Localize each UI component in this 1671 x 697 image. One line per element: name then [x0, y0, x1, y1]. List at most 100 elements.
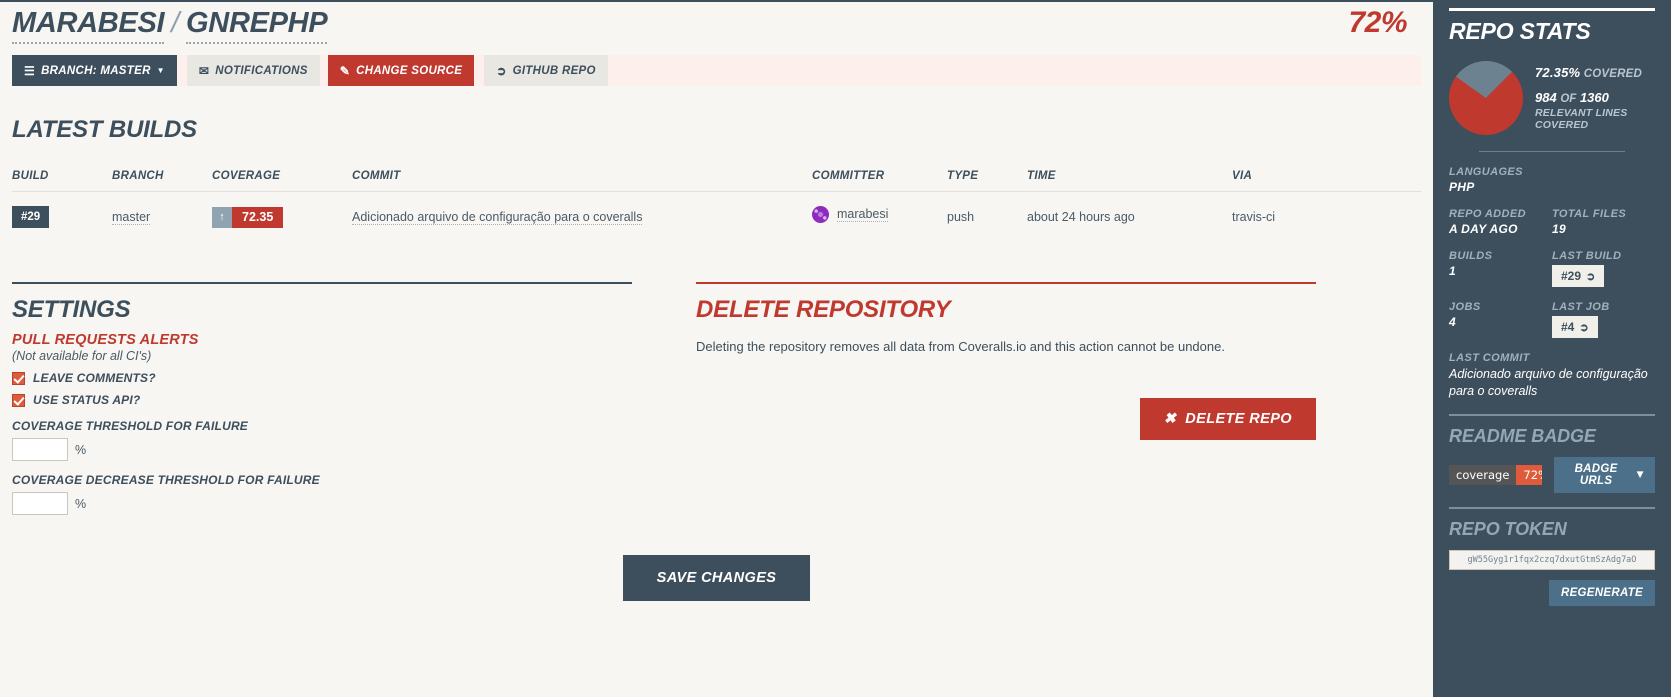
jobs-block: JOBS 4 [1449, 301, 1552, 338]
last-job-value: #4 [1561, 320, 1575, 334]
column-header-time: TIME [1027, 170, 1232, 192]
last-job-block: LAST JOB #4 ➲ [1552, 301, 1655, 338]
main-content: MARABESI / GNREPHP 72% ☰ BRANCH: MASTER … [0, 0, 1433, 697]
arrow-circle-right-icon: ➲ [1586, 270, 1596, 283]
repo-stats-sidebar: REPO STATS 72.35% COVERED 984 OF 1360 RE… [1433, 0, 1671, 697]
jobs-lastjob-row: JOBS 4 LAST JOB #4 ➲ [1449, 301, 1655, 338]
use-status-api-checkbox[interactable] [12, 393, 25, 407]
page-title: MARABESI / GNREPHP [12, 7, 328, 44]
cell-committer: marabesi [812, 192, 947, 241]
coverage-summary-text: 72.35% COVERED 984 OF 1360 RELEVANT LINE… [1535, 65, 1655, 131]
readme-badge-title: README BADGE [1449, 425, 1596, 446]
top-accent-bar [0, 0, 1433, 2]
notifications-label: NOTIFICATIONS [215, 64, 308, 77]
last-job-link[interactable]: #4 ➲ [1552, 316, 1598, 338]
bottom-panels: SETTINGS PULL REQUESTS ALERTS (Not avail… [12, 282, 1421, 515]
delete-repo-label: DELETE REPO [1185, 411, 1292, 428]
use-status-api-label: USE STATUS API? [33, 393, 141, 407]
github-repo-button[interactable]: ➲ GITHUB REPO [484, 55, 608, 86]
builds-block: BUILDS 1 [1449, 250, 1552, 287]
coverage-percent-header: 72% [1348, 6, 1407, 39]
covered-word: COVERED [1583, 68, 1642, 80]
regenerate-token-button[interactable]: REGENERATE [1548, 579, 1655, 606]
column-header-commit: COMMIT [352, 170, 812, 192]
last-build-value: #29 [1561, 269, 1582, 283]
arrow-up-circle-icon: ↑ [212, 206, 232, 228]
repo-token-input[interactable] [1449, 549, 1655, 570]
column-header-coverage: COVERAGE [212, 170, 352, 192]
notifications-button[interactable]: ✉ NOTIFICATIONS [186, 55, 320, 86]
coverage-threshold-input[interactable] [12, 438, 68, 461]
sidebar-divider-3 [1449, 506, 1655, 509]
badge-right-value: 72% [1516, 464, 1542, 485]
repo-header: MARABESI / GNREPHP 72% [12, 0, 1421, 44]
cell-branch: master [112, 192, 212, 241]
cell-type: push [947, 210, 975, 224]
build-number-badge[interactable]: #29 [12, 206, 50, 228]
github-repo-label: GITHUB REPO [512, 64, 596, 77]
delete-repository-description: Deleting the repository removes all data… [696, 339, 1225, 354]
covered-percent: 72.35% [1535, 65, 1581, 80]
use-status-api-row[interactable]: USE STATUS API? [12, 393, 632, 407]
branch-selector-label: BRANCH: MASTER [41, 64, 151, 77]
last-build-link[interactable]: #29 ➲ [1552, 265, 1605, 287]
repo-owner-link[interactable]: MARABESI [12, 7, 165, 44]
action-toolbar: ☰ BRANCH: MASTER ▼ ✉ NOTIFICATIONS ✎ CHA… [12, 55, 1421, 86]
leave-comments-row[interactable]: LEAVE COMMENTS? [12, 371, 632, 385]
column-header-build: BUILD [12, 170, 112, 192]
branch-link[interactable]: master [112, 210, 151, 225]
last-build-block: LAST BUILD #29 ➲ [1552, 250, 1655, 287]
commit-message-link[interactable]: Adicionado arquivo de configuração para … [352, 210, 643, 225]
chevron-down-icon: ▼ [1634, 468, 1646, 481]
coverage-decrease-label: COVERAGE DECREASE THRESHOLD FOR FAILURE [12, 473, 320, 487]
repo-added-block: REPO ADDED A DAY AGO [1449, 208, 1552, 236]
last-commit-value: Adicionado arquivo de configuração para … [1449, 367, 1648, 398]
coverage-badge: ↑ 72.35 [212, 206, 284, 228]
change-source-label: CHANGE SOURCE [356, 64, 463, 77]
jobs-label: JOBS [1449, 301, 1481, 313]
sidebar-title: REPO STATS [1449, 18, 1591, 44]
lines-covered-caption: RELEVANT LINES COVERED [1535, 107, 1628, 131]
sidebar-divider-1 [1479, 151, 1625, 152]
covered-line: 72.35% COVERED [1535, 65, 1655, 80]
repo-added-value: A DAY AGO [1449, 222, 1518, 236]
table-row: #29 master ↑ 72.35 Adicionado arquivo de… [12, 192, 1421, 241]
column-header-via: VIA [1232, 170, 1421, 192]
coverage-pie-chart [1449, 61, 1523, 135]
badge-urls-button[interactable]: BADGE URLS ▼ [1553, 456, 1655, 493]
badge-left-label: coverage [1449, 464, 1517, 485]
leave-comments-label: LEAVE COMMENTS? [33, 371, 156, 385]
coverage-threshold-label: COVERAGE THRESHOLD FOR FAILURE [12, 419, 249, 433]
total-files-value: 19 [1552, 222, 1566, 236]
builds-label: BUILDS [1449, 250, 1493, 262]
envelope-icon: ✉ [198, 63, 210, 78]
builds-value: 1 [1449, 264, 1456, 278]
builds-table-header-row: BUILD BRANCH COVERAGE COMMIT COMMITTER T… [12, 170, 1421, 192]
delete-repo-button[interactable]: ✖ DELETE REPO [1139, 398, 1316, 441]
coverage-summary: 72.35% COVERED 984 OF 1360 RELEVANT LINE… [1449, 61, 1655, 135]
committer-name-link[interactable]: marabesi [837, 207, 889, 222]
settings-title: SETTINGS [12, 296, 131, 323]
save-changes-button[interactable]: SAVE CHANGES [622, 555, 811, 601]
cell-build: #29 [12, 192, 112, 241]
coverage-decrease-input[interactable] [12, 492, 68, 515]
lines-covered-numbers: 984 OF 1360 [1535, 90, 1655, 105]
settings-panel: SETTINGS PULL REQUESTS ALERTS (Not avail… [12, 282, 632, 515]
last-commit-label: LAST COMMIT [1449, 352, 1530, 364]
save-button-container: SAVE CHANGES [12, 555, 1421, 601]
builds-lastbuild-row: BUILDS 1 LAST BUILD #29 ➲ [1449, 250, 1655, 287]
column-header-branch: BRANCH [112, 170, 212, 192]
repo-name-link[interactable]: GNREPHP [186, 7, 328, 44]
branch-selector-button[interactable]: ☰ BRANCH: MASTER ▼ [12, 55, 177, 86]
coverage-readme-badge[interactable]: coverage 72% [1449, 464, 1542, 485]
total-files-label: TOTAL FILES [1552, 208, 1627, 220]
readme-badge-row: coverage 72% BADGE URLS ▼ [1449, 456, 1655, 493]
latest-builds-title: LATEST BUILDS [12, 116, 197, 143]
change-source-button[interactable]: ✎ CHANGE SOURCE [327, 55, 475, 86]
sidebar-top-rule [1449, 8, 1655, 11]
coverage-threshold-row: % [12, 438, 632, 461]
cell-time: about 24 hours ago [1027, 210, 1135, 224]
close-icon: ✖ [1163, 411, 1177, 428]
leave-comments-checkbox[interactable] [12, 371, 25, 385]
builds-table: BUILD BRANCH COVERAGE COMMIT COMMITTER T… [12, 170, 1421, 240]
